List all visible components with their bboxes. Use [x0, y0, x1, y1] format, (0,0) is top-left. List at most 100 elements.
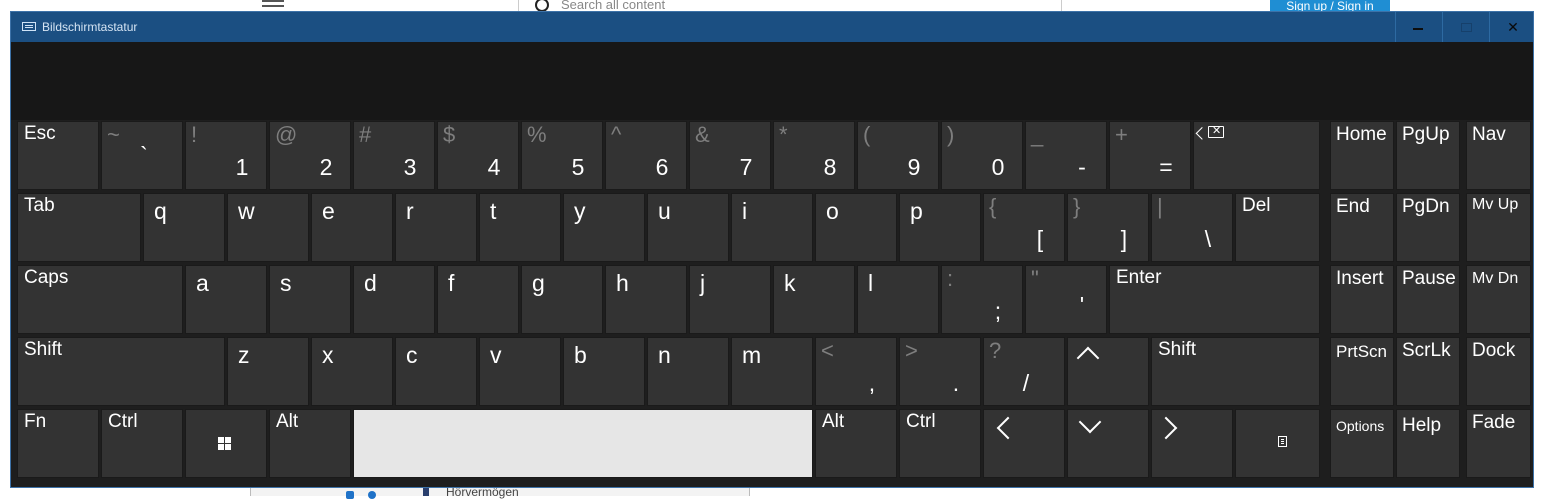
key-g[interactable]: g	[521, 265, 603, 334]
arrow-right-icon	[1154, 416, 1178, 440]
minimize-button[interactable]	[1395, 12, 1442, 42]
key-j[interactable]: j	[689, 265, 771, 334]
key-a[interactable]: a	[185, 265, 267, 334]
key-6[interactable]: ^ 6	[605, 121, 687, 190]
key-9[interactable]: (9	[857, 121, 939, 190]
key-scrlk[interactable]: ScrLk	[1396, 337, 1460, 406]
key-bracket-right[interactable]: }]	[1067, 193, 1149, 262]
key-ctrl-left[interactable]: Ctrl	[101, 409, 183, 478]
key-3[interactable]: #3	[353, 121, 435, 190]
key-semicolon[interactable]: :;	[941, 265, 1023, 334]
key-prtscn[interactable]: PrtScn	[1330, 337, 1394, 406]
window-title: Bildschirmtastatur	[42, 20, 138, 34]
key-n[interactable]: n	[647, 337, 729, 406]
key-ctrl-right[interactable]: Ctrl	[899, 409, 981, 478]
status-icons	[346, 488, 406, 499]
key-shift-right[interactable]: Shift	[1151, 337, 1320, 406]
key-e[interactable]: e	[311, 193, 393, 262]
key-0[interactable]: ) 0	[941, 121, 1023, 190]
key-quote[interactable]: " '	[1025, 265, 1107, 334]
on-screen-keyboard-window: Bildschirmtastatur ✕ Esc ~ ` ! 1 @2 #3 $4 …	[10, 11, 1534, 488]
key-home[interactable]: Home	[1330, 121, 1394, 190]
key-1[interactable]: ! 1	[185, 121, 267, 190]
key-bracket-left[interactable]: {[	[983, 193, 1065, 262]
hamburger-menu-icon[interactable]	[262, 0, 284, 10]
key-caps[interactable]: Caps	[17, 265, 183, 334]
key-arrow-down[interactable]	[1067, 409, 1149, 478]
key-equals[interactable]: + =	[1109, 121, 1191, 190]
key-arrow-left[interactable]	[983, 409, 1065, 478]
key-slash[interactable]: ? /	[983, 337, 1065, 406]
key-enter[interactable]: Enter	[1109, 265, 1320, 334]
key-pgup[interactable]: PgUp	[1396, 121, 1460, 190]
key-move-down[interactable]: Mv Dn	[1466, 265, 1531, 334]
backspace-icon: ✕	[1208, 125, 1224, 138]
key-backslash[interactable]: | \	[1151, 193, 1233, 262]
maximize-button[interactable]	[1442, 12, 1489, 42]
key-i[interactable]: i	[731, 193, 813, 262]
key-w[interactable]: w	[227, 193, 309, 262]
key-nav[interactable]: Nav	[1466, 121, 1531, 190]
key-5[interactable]: % 5	[521, 121, 603, 190]
key-backtick[interactable]: ~ `	[101, 121, 183, 190]
key-l[interactable]: l	[857, 265, 939, 334]
key-8[interactable]: * 8	[773, 121, 855, 190]
key-4[interactable]: $4	[437, 121, 519, 190]
keyboard-header-area	[11, 42, 1533, 120]
key-tab[interactable]: Tab	[17, 193, 141, 262]
key-del[interactable]: Del	[1235, 193, 1320, 262]
key-m[interactable]: m	[731, 337, 813, 406]
key-alt-right[interactable]: Alt	[815, 409, 897, 478]
key-7[interactable]: & 7	[689, 121, 771, 190]
key-help[interactable]: Help	[1396, 409, 1460, 478]
key-esc[interactable]: Esc	[17, 121, 99, 190]
keyboard-icon	[22, 22, 36, 31]
key-pause[interactable]: Pause	[1396, 265, 1460, 334]
key-r[interactable]: r	[395, 193, 477, 262]
maximize-icon	[1461, 23, 1472, 32]
key-windows[interactable]	[185, 409, 267, 478]
key-space[interactable]	[353, 409, 813, 478]
key-q[interactable]: q	[143, 193, 225, 262]
key-move-up[interactable]: Mv Up	[1466, 193, 1531, 262]
key-menu[interactable]	[1235, 409, 1320, 478]
key-options[interactable]: Options	[1330, 409, 1394, 478]
title-bar[interactable]: Bildschirmtastatur ✕	[11, 12, 1533, 42]
close-icon: ✕	[1507, 19, 1519, 35]
key-comma[interactable]: <,	[815, 337, 897, 406]
key-p[interactable]: p	[899, 193, 981, 262]
key-t[interactable]: t	[479, 193, 561, 262]
key-period[interactable]: >.	[899, 337, 981, 406]
key-shift-left[interactable]: Shift	[17, 337, 225, 406]
key-x[interactable]: x	[311, 337, 393, 406]
key-pgdn[interactable]: PgDn	[1396, 193, 1460, 262]
key-z[interactable]: z	[227, 337, 309, 406]
key-u[interactable]: u	[647, 193, 729, 262]
key-v[interactable]: v	[479, 337, 561, 406]
minimize-icon	[1413, 28, 1423, 30]
key-h[interactable]: h	[605, 265, 687, 334]
key-s[interactable]: s	[269, 265, 351, 334]
key-c[interactable]: c	[395, 337, 477, 406]
key-insert[interactable]: Insert	[1330, 265, 1394, 334]
key-alt-left[interactable]: Alt	[269, 409, 351, 478]
windows-icon	[218, 437, 231, 450]
close-button[interactable]: ✕	[1489, 12, 1536, 42]
key-k[interactable]: k	[773, 265, 855, 334]
key-y[interactable]: y	[563, 193, 645, 262]
key-d[interactable]: d	[353, 265, 435, 334]
key-arrow-up[interactable]	[1067, 337, 1149, 406]
key-dock[interactable]: Dock	[1466, 337, 1531, 406]
context-menu-icon	[1278, 436, 1287, 447]
key-end[interactable]: End	[1330, 193, 1394, 262]
key-f[interactable]: f	[437, 265, 519, 334]
arrow-left-icon	[996, 416, 1020, 440]
key-2[interactable]: @2	[269, 121, 351, 190]
key-fn[interactable]: Fn	[17, 409, 99, 478]
key-arrow-right[interactable]	[1151, 409, 1233, 478]
key-o[interactable]: o	[815, 193, 897, 262]
key-backspace[interactable]: ✕	[1193, 121, 1320, 190]
key-fade[interactable]: Fade	[1466, 409, 1531, 478]
key-b[interactable]: b	[563, 337, 645, 406]
key-minus[interactable]: _ -	[1025, 121, 1107, 190]
